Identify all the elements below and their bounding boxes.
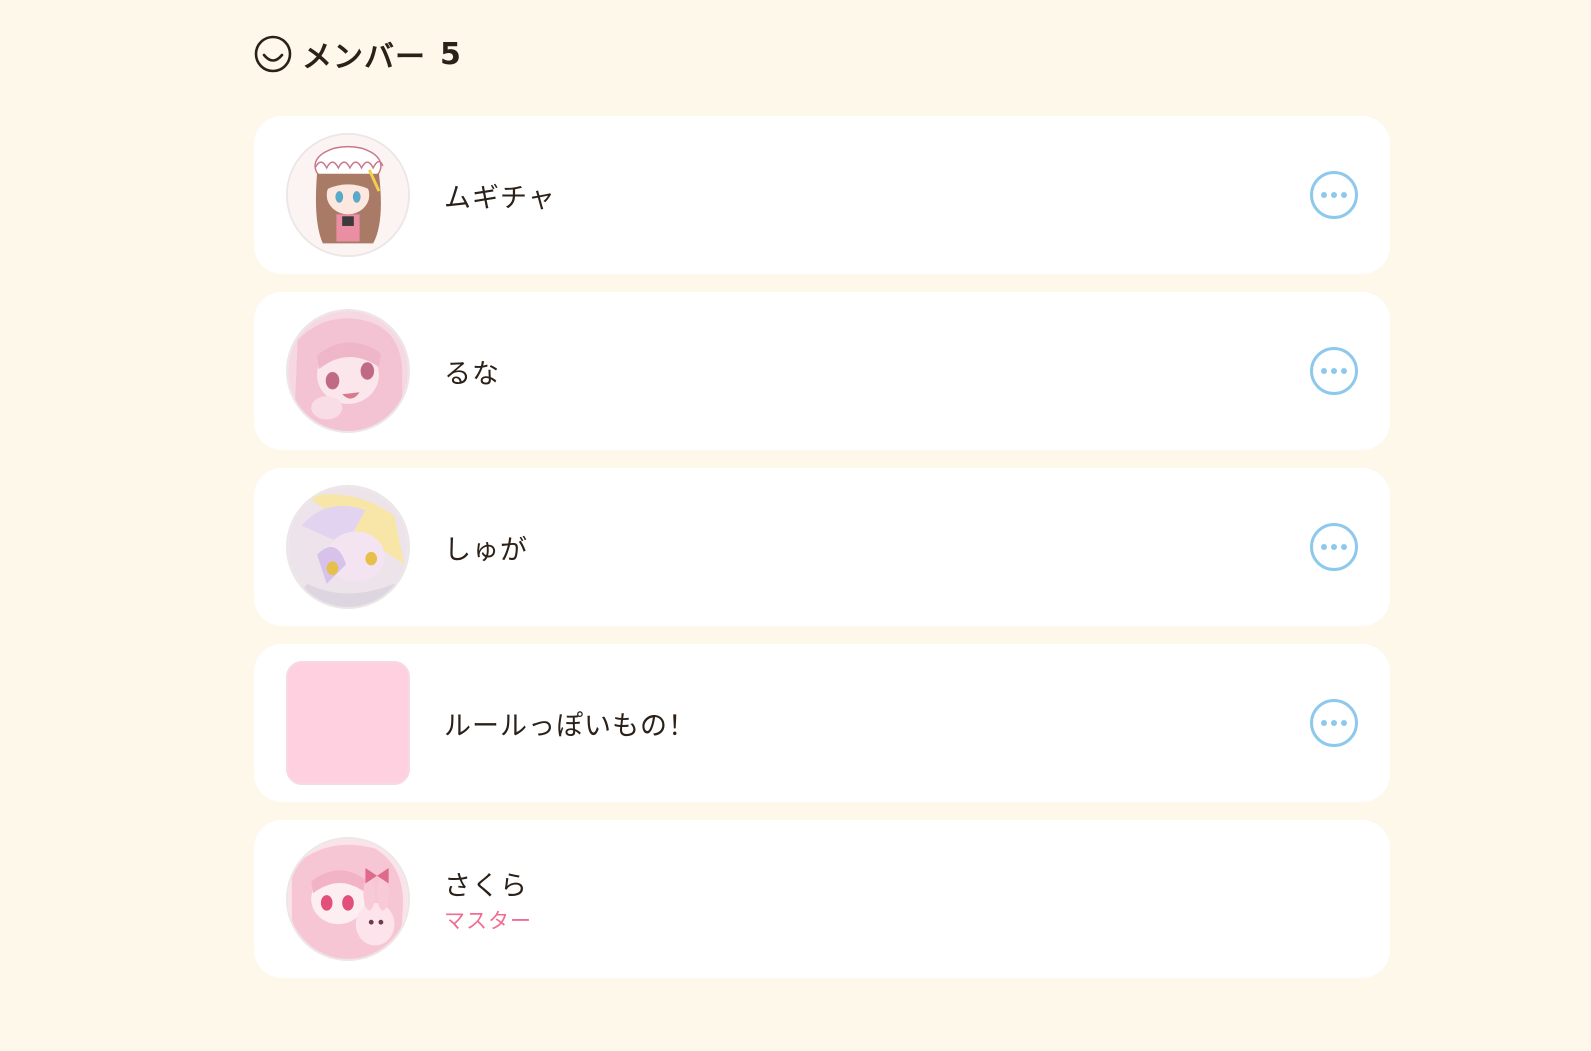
member-info: さくら マスター	[444, 864, 532, 935]
ellipsis-icon	[1321, 720, 1327, 726]
more-options-button[interactable]	[1310, 523, 1358, 571]
members-count: 5	[440, 36, 461, 72]
avatar[interactable]	[286, 485, 410, 609]
member-list: ムギチャ るな しゅが ルールっぽいもの！ さくら マスター	[254, 116, 1390, 996]
anime-girl-pink-bunny-avatar	[288, 839, 408, 959]
ellipsis-icon	[1321, 544, 1327, 550]
anime-girl-brown-hair-avatar	[288, 135, 408, 255]
member-info: ルールっぽいもの！	[444, 704, 696, 743]
ellipsis-icon	[1321, 368, 1327, 374]
member-card[interactable]: ルールっぽいもの！	[254, 644, 1390, 802]
more-options-button[interactable]	[1310, 347, 1358, 395]
member-role-badge: マスター	[444, 908, 532, 933]
ellipsis-icon	[1321, 192, 1327, 198]
member-info: しゅが	[444, 528, 528, 567]
avatar[interactable]	[286, 309, 410, 433]
member-name: ルールっぽいもの！	[444, 710, 696, 742]
member-card[interactable]: さくら マスター	[254, 820, 1390, 978]
member-card[interactable]: ムギチャ	[254, 116, 1390, 274]
avatar[interactable]	[286, 133, 410, 257]
more-options-button[interactable]	[1310, 171, 1358, 219]
member-info: ムギチャ	[444, 176, 556, 215]
more-options-button[interactable]	[1310, 699, 1358, 747]
anime-girl-pink-hair-avatar	[288, 311, 408, 431]
smile-icon	[254, 35, 292, 73]
member-name: さくら	[444, 870, 528, 902]
members-header: メンバー 5	[254, 34, 1390, 75]
member-name: しゅが	[444, 534, 528, 566]
member-card[interactable]: るな	[254, 292, 1390, 450]
member-name: ムギチャ	[444, 182, 556, 214]
anime-girl-pastel-yellow-avatar	[288, 487, 408, 607]
member-card[interactable]: しゅが	[254, 468, 1390, 626]
avatar[interactable]	[286, 837, 410, 961]
members-title: メンバー	[302, 40, 426, 75]
member-name: るな	[444, 358, 500, 390]
pink-square-avatar[interactable]	[286, 661, 410, 785]
member-info: るな	[444, 352, 500, 391]
members-panel: メンバー 5 ムギチャ るな しゅが ルールっぽいもの！ さくら マスター	[254, 0, 1390, 996]
